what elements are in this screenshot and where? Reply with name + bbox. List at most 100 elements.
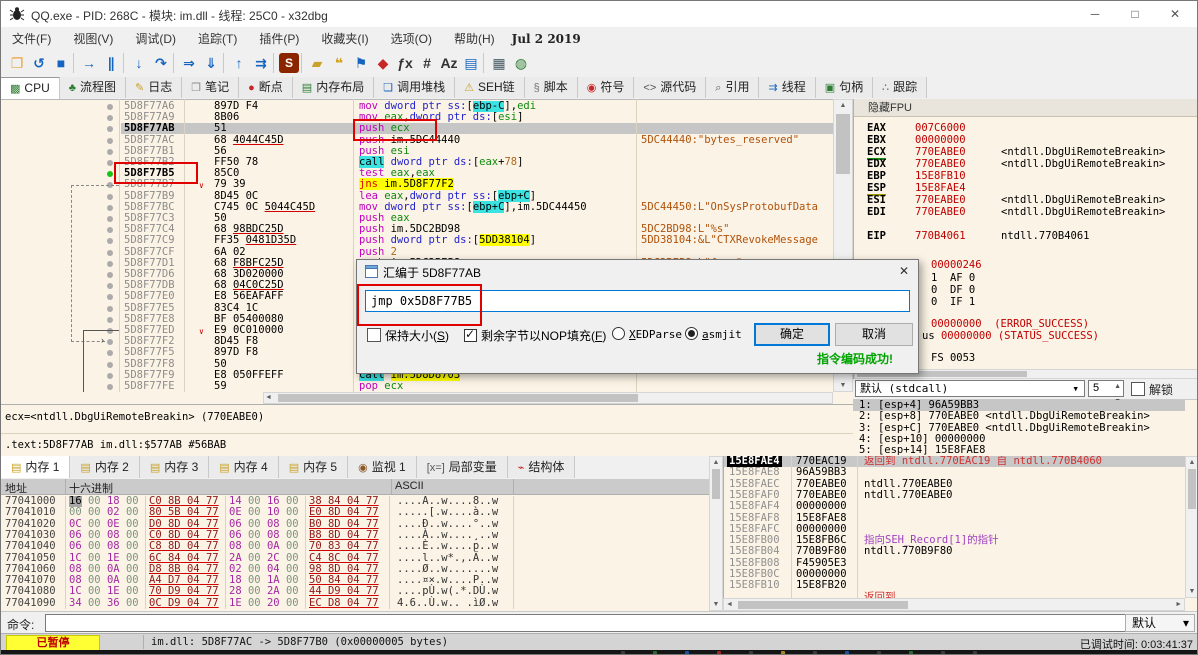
modules-icon[interactable]: ▤ (461, 53, 481, 73)
minimize-button[interactable]: ─ (1075, 1, 1115, 27)
register-row[interactable]: EBX 00000000 (867, 135, 1197, 146)
tab-笔记[interactable]: ❐ 笔记 (182, 77, 240, 98)
close-button[interactable]: ✕ (1155, 1, 1195, 27)
bullet-dot[interactable] (107, 160, 113, 166)
tab-内存 4[interactable]: ▤ 内存 4 (209, 456, 279, 478)
scylla-icon[interactable]: S (279, 53, 299, 73)
stack-row[interactable]: 15E8FB04 770B9F80 ntdll.770B9F80 (724, 546, 1186, 557)
step-into-icon[interactable]: ↓ (129, 53, 149, 73)
bullet-dot[interactable] (107, 316, 113, 323)
command-mode-select[interactable]: 默认 ▾ (1125, 614, 1195, 632)
scroll-right-arrow[interactable]: ► (1175, 601, 1182, 608)
tab-引用[interactable]: ⌕ 引用 (706, 77, 760, 98)
scroll-left-arrow[interactable]: ◄ (265, 394, 272, 401)
tab-CPU[interactable]: ▩ CPU (1, 77, 60, 99)
tab-流程图[interactable]: ♣ 流程图 (59, 77, 126, 98)
dump-vertical-scrollbar[interactable]: ▲ ▼ (709, 456, 723, 611)
stack-row[interactable]: 15E8FB00 15E8FB6C 指向SEH_Record[1]的指针 (724, 535, 1186, 546)
scroll-down-arrow[interactable]: ▼ (710, 601, 722, 608)
bullet-dot[interactable] (107, 361, 113, 368)
disasm-horizontal-scrollbar[interactable]: ◄ (263, 392, 833, 404)
stack-row[interactable]: 15E8FAF0 770EABE0 ntdll.770EABE0 (724, 489, 1186, 501)
tab-句柄[interactable]: ▣ 句柄 (815, 77, 874, 98)
menu-item-视图[interactable]: 视图(V) (62, 27, 124, 50)
function-icon[interactable]: ƒx (395, 53, 415, 73)
stop-icon[interactable]: ■ (51, 53, 71, 73)
xedparse-radio[interactable]: XEDParse (612, 327, 682, 341)
tab-结构体[interactable]: ⌁ 结构体 (507, 456, 576, 478)
scroll-thumb[interactable] (712, 469, 720, 499)
stack-horizontal-scrollbar[interactable]: ◄ ► (723, 598, 1185, 611)
bullet-dot[interactable] (107, 115, 113, 122)
scroll-thumb[interactable] (738, 601, 908, 609)
menu-item-文件[interactable]: 文件(F) (1, 27, 62, 50)
menu-item-收藏夹[interactable]: 收藏夹(I) (310, 27, 379, 50)
bullet-dot[interactable] (107, 126, 113, 133)
stack-row[interactable]: 15E8FAF4 00000000 (724, 501, 1186, 512)
bullet-dot[interactable] (107, 294, 113, 301)
dump-row[interactable]: 77041090 34 00 36 00 0C D9 04 77 1E 00 20 0… (1, 597, 709, 609)
tab-内存 3[interactable]: ▤ 内存 3 (139, 456, 210, 478)
tab-符号[interactable]: ◉ 符号 (577, 77, 635, 98)
scroll-thumb[interactable] (278, 394, 638, 402)
bullet-dot[interactable] (107, 272, 113, 278)
run-to-cursor-icon[interactable]: ⇒ (179, 53, 199, 73)
nop-fill-checkbox[interactable]: 剩余字节以NOP填充(F) (464, 327, 606, 344)
tab-内存 2[interactable]: ▤ 内存 2 (70, 456, 140, 478)
tab-跟踪[interactable]: ∴ 跟踪 (873, 77, 928, 98)
tab-SEH链[interactable]: ⚠ SEH链 (455, 77, 525, 98)
a-to-z-icon[interactable]: Az (439, 53, 459, 73)
register-row[interactable]: EDX 770EABE0 <ntdll.DbgUiRemoteBreakin> (867, 159, 1197, 170)
bullet-dot[interactable] (107, 249, 113, 256)
arguments-view[interactable]: 1: [esp+4] 96A59BB3 2: [esp+8] 770EABE0 <… (853, 400, 1185, 456)
register-row[interactable]: EDI 770EABE0 <ntdll.DbgUiRemoteBreakin> (867, 207, 1197, 218)
scroll-up-arrow[interactable]: ▲ (710, 459, 722, 466)
run-icon[interactable]: → (79, 53, 99, 73)
open-file-icon[interactable]: ❐ (7, 53, 27, 73)
scroll-thumb[interactable] (836, 114, 850, 174)
bullet-dot[interactable] (107, 238, 113, 245)
tab-调用堆栈[interactable]: ❏ 调用堆栈 (374, 77, 456, 98)
tab-日志[interactable]: ✎ 日志 (125, 77, 183, 98)
maximize-button[interactable]: □ (1115, 1, 1155, 27)
calling-convention-select[interactable]: 默认 (stdcall) ▾ (855, 380, 1085, 397)
scroll-down-arrow[interactable]: ▼ (834, 382, 852, 389)
hide-fpu-button[interactable]: 隐藏FPU (854, 99, 1197, 117)
bullet-dot[interactable] (107, 283, 113, 290)
stack-row[interactable]: 15E8FAEC 770EABE0 ntdll.770EABE0 (724, 478, 1186, 490)
command-input[interactable] (45, 614, 1127, 632)
tab-局部变量[interactable]: [x=] 局部变量 (416, 456, 508, 478)
bullet-dot[interactable] (107, 384, 113, 390)
tab-线程[interactable]: ⇉ 线程 (759, 77, 816, 98)
bullet-dot[interactable] (107, 227, 113, 234)
tab-监视 1[interactable]: ◉ 监视 1 (348, 456, 417, 478)
bullet-dot[interactable] (107, 305, 113, 312)
bullet-dot[interactable] (107, 339, 113, 346)
scroll-up-arrow[interactable]: ▲ (834, 102, 852, 109)
tab-脚本[interactable]: § 脚本 (524, 77, 578, 98)
run-to-user-code-icon[interactable]: ⇉ (251, 53, 271, 73)
stack-row[interactable]: 15E8FB0C 00000000 (724, 569, 1186, 580)
bullet-dot[interactable] (107, 148, 113, 155)
settings-globe-icon[interactable]: ◍ (511, 53, 531, 73)
step-out-icon[interactable]: ⇓ (201, 53, 221, 73)
memory-dump-view[interactable]: 77041000 16 00 18 00 C0 8B 04 77 14 00 16 0… (1, 496, 709, 609)
disasm-row[interactable]: 5D8F77FE 59 pop ecx (1, 381, 833, 392)
tab-内存布局[interactable]: ▤ 内存布局 (292, 77, 375, 98)
step-over-icon[interactable]: ↷ (151, 53, 171, 73)
register-row[interactable]: ESI 770EABE0 <ntdll.DbgUiRemoteBreakin> (867, 195, 1197, 206)
dialog-close-icon[interactable]: ✕ (894, 262, 914, 280)
argument-row[interactable]: 2: [esp+8] 770EABE0 <ntdll.DbgUiRemoteBr… (853, 411, 1185, 422)
register-row-eip[interactable]: EIP 770B4061 ntdll.770B4061 (867, 231, 1197, 242)
tab-内存 5[interactable]: ▤ 内存 5 (278, 456, 349, 478)
scroll-thumb[interactable] (1188, 469, 1196, 509)
bullet-dot[interactable] (107, 204, 113, 211)
label-icon[interactable]: ⚑ (351, 53, 371, 73)
register-row[interactable]: EBP 15E8FB10 (867, 171, 1197, 182)
stack-row[interactable]: 15E8FAE8 96A59BB3 (724, 467, 1186, 478)
dialog-title-bar[interactable]: 汇编于 5D8F77AB ✕ (357, 260, 918, 282)
keep-size-checkbox[interactable]: 保持大小(S) (367, 327, 449, 344)
pause-icon[interactable]: ∥ (101, 53, 121, 73)
scroll-up-arrow[interactable]: ▲ (1186, 459, 1197, 466)
stack-row[interactable]: 15E8FB08 F45905E3 (724, 557, 1186, 569)
